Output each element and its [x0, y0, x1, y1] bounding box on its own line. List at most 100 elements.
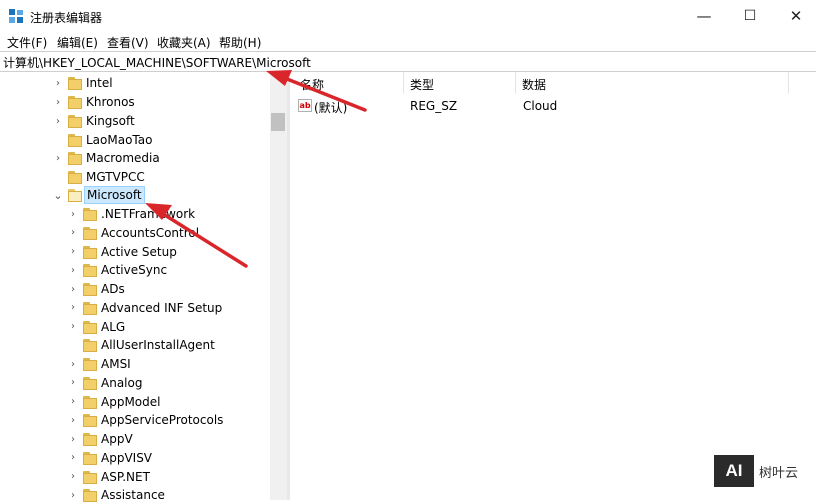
expand-chevron-icon[interactable]: › — [68, 205, 78, 223]
column-name-header[interactable]: 名称 — [300, 76, 324, 93]
column-divider[interactable] — [403, 72, 404, 94]
tree-item-label: LaoMaoTao — [86, 133, 153, 147]
tree-item-label: AMSI — [101, 357, 131, 371]
tree-item[interactable]: MGTVPCC — [0, 168, 270, 186]
collapse-chevron-icon[interactable]: ⌄ — [53, 186, 63, 204]
expand-chevron-icon[interactable]: › — [68, 299, 78, 317]
expand-chevron-icon[interactable]: › — [68, 355, 78, 373]
tree-item-label: AppModel — [101, 394, 161, 409]
tree-item-label: ASP.NET — [101, 469, 150, 484]
tree-item[interactable]: › Macromedia — [0, 149, 270, 167]
folder-icon — [83, 489, 99, 503]
expand-chevron-icon[interactable]: › — [68, 393, 78, 411]
tree-item-label: AccountsControl — [101, 225, 200, 240]
tree-item[interactable]: › ASP.NET — [0, 468, 270, 486]
expand-chevron-icon[interactable]: › — [68, 280, 78, 298]
address-path: 计算机\HKEY_LOCAL_MACHINE\SOFTWARE\Microsof… — [3, 56, 311, 70]
tree-item[interactable]: › Khronos — [0, 93, 270, 111]
tree-item-label: ALG — [101, 319, 126, 334]
values-pane[interactable]: 名称 类型 数据 — [290, 72, 818, 500]
expand-chevron-icon[interactable]: › — [68, 430, 78, 448]
maximize-button[interactable]: ☐ — [727, 0, 773, 32]
column-divider[interactable] — [515, 72, 516, 94]
folder-icon — [83, 433, 99, 446]
menu-file[interactable]: 文件(F) — [7, 34, 47, 51]
tree-scrollbar[interactable] — [270, 72, 287, 500]
tree-item[interactable]: LaoMaoTao — [0, 131, 270, 149]
tree-item-label: Macromedia — [86, 151, 160, 165]
tree-item-label: Intel — [86, 76, 113, 90]
close-button[interactable]: ✕ — [773, 0, 818, 32]
selected-key-label: Microsoft — [84, 186, 145, 204]
tree-item[interactable]: › Kingsoft — [0, 112, 270, 130]
tree-item[interactable]: › Active Setup — [0, 243, 270, 261]
expand-chevron-icon[interactable]: › — [68, 261, 78, 279]
expand-chevron-icon[interactable]: › — [68, 243, 78, 261]
tree-item[interactable]: › Intel — [0, 74, 270, 92]
watermark-text: 树叶云 — [759, 465, 799, 481]
folder-icon — [83, 395, 99, 409]
expand-chevron-icon[interactable]: › — [53, 74, 63, 92]
tree-scrollbar-thumb[interactable] — [271, 113, 285, 131]
menu-help[interactable]: 帮助(H) — [219, 34, 261, 51]
expand-chevron-icon[interactable]: › — [68, 224, 78, 242]
folder-icon — [83, 339, 99, 353]
menu-favorites[interactable]: 收藏夹(A) — [157, 34, 211, 51]
tree-item[interactable]: › ActiveSync — [0, 261, 270, 279]
tree-item-label: MGTVPCC — [86, 170, 145, 184]
tree-item-label: AppVISV — [101, 450, 153, 465]
minimize-button[interactable]: — — [681, 0, 727, 32]
tree-item[interactable]: › AMSI — [0, 355, 270, 373]
address-bar[interactable]: 计算机\HKEY_LOCAL_MACHINE\SOFTWARE\Microsof… — [0, 51, 816, 72]
menu-bar: 文件(F) 编辑(E) 查看(V) 收藏夹(A) 帮助(H) — [0, 32, 818, 50]
tree-item-label: Analog — [101, 375, 143, 390]
expand-chevron-icon[interactable]: › — [53, 93, 63, 111]
tree-item-label: AppServiceProtocols — [101, 413, 224, 428]
column-divider[interactable] — [788, 72, 789, 94]
folder-icon — [83, 451, 99, 465]
value-type: REG_SZ — [410, 99, 458, 113]
tree-item-label: Kingsoft — [86, 114, 135, 128]
tree-item-label: ActiveSync — [101, 263, 168, 278]
tree-item[interactable]: › AccountsControl — [0, 224, 270, 242]
tree-item[interactable]: › Advanced INF Setup — [0, 299, 270, 317]
value-data: Cloud — [523, 99, 558, 113]
column-type-header[interactable]: 类型 — [410, 76, 434, 93]
string-value-icon: ab — [298, 99, 312, 112]
folder-icon — [68, 115, 84, 128]
folder-icon — [68, 171, 84, 184]
tree-item[interactable]: › AppModel — [0, 393, 270, 411]
tree-item[interactable]: AllUserInstallAgent — [0, 336, 270, 354]
tree-item[interactable]: › Analog — [0, 374, 270, 392]
watermark-logo: AI — [714, 455, 754, 487]
menu-edit[interactable]: 编辑(E) — [57, 34, 98, 51]
value-name[interactable]: (默认) — [314, 99, 347, 116]
tree-item-label: Advanced INF Setup — [101, 300, 223, 315]
tree-item[interactable]: › AppVISV — [0, 449, 270, 467]
expand-chevron-icon[interactable]: › — [68, 318, 78, 336]
expand-chevron-icon[interactable]: › — [68, 486, 78, 504]
tree-item[interactable]: › ADs — [0, 280, 270, 298]
expand-chevron-icon[interactable]: › — [53, 149, 63, 167]
expand-chevron-icon[interactable]: › — [68, 449, 78, 467]
tree-item[interactable]: › Assistance — [0, 486, 270, 504]
expand-chevron-icon[interactable]: › — [53, 112, 63, 130]
column-data-header[interactable]: 数据 — [522, 76, 546, 93]
tree-item[interactable]: › AppServiceProtocols — [0, 411, 270, 429]
folder-icon — [83, 414, 99, 428]
folder-icon — [68, 77, 84, 90]
expand-chevron-icon[interactable]: › — [68, 411, 78, 429]
folder-icon — [83, 245, 99, 259]
tree-item-microsoft[interactable]: ⌄ Microsoft — [0, 186, 270, 204]
folder-open-icon — [68, 189, 84, 202]
menu-view[interactable]: 查看(V) — [107, 34, 149, 51]
title-bar: 注册表编辑器 — ☐ ✕ — [0, 0, 818, 32]
folder-icon — [68, 134, 84, 147]
expand-chevron-icon[interactable]: › — [68, 374, 78, 392]
tree-item[interactable]: › AppV — [0, 430, 270, 448]
folder-icon — [83, 470, 99, 484]
expand-chevron-icon[interactable]: › — [68, 468, 78, 486]
tree-item[interactable]: › .NETFramework — [0, 205, 270, 223]
tree-item[interactable]: › ALG — [0, 318, 270, 336]
watermark: AI 树叶云 — [714, 451, 814, 491]
